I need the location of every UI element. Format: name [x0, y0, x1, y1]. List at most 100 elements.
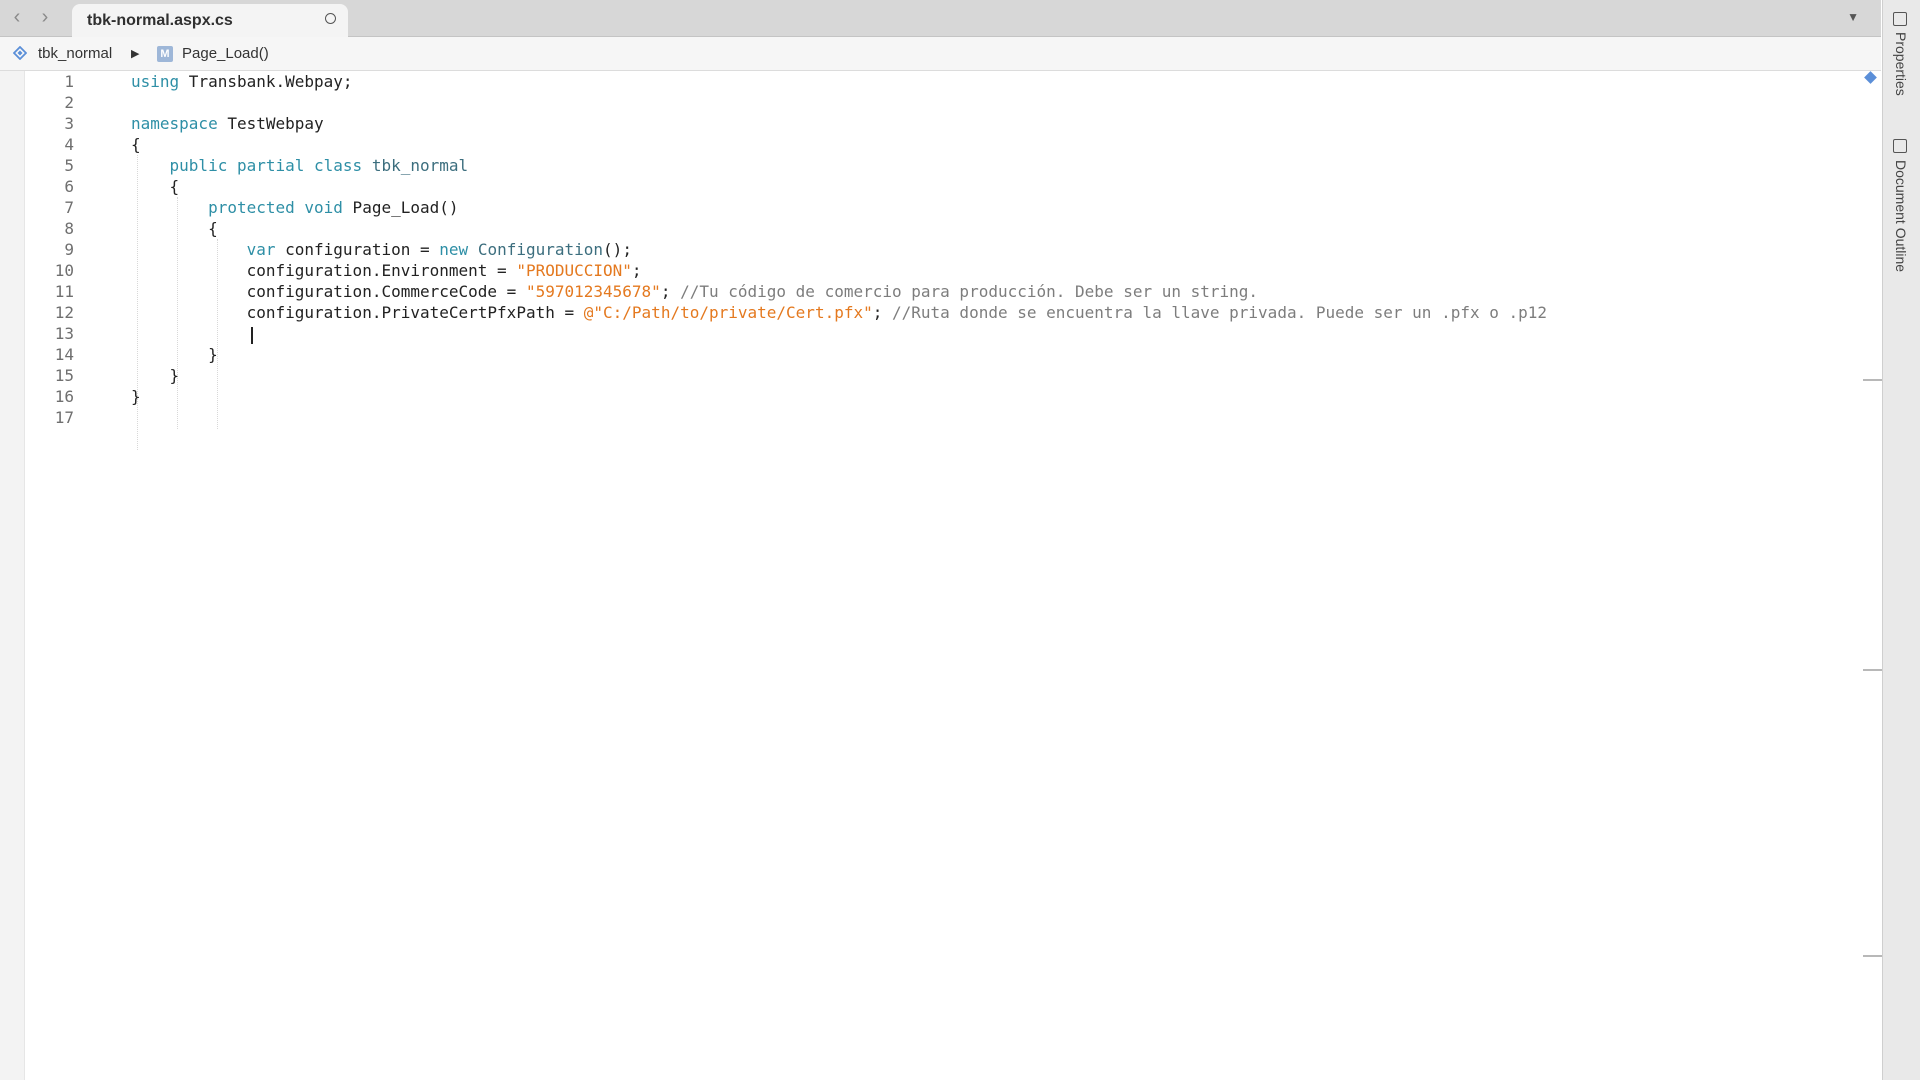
code-text: } — [131, 344, 218, 365]
code-line[interactable]: 4{ — [0, 134, 1860, 155]
line-number: 16 — [54, 387, 74, 406]
bookmark-marker-icon[interactable] — [1864, 71, 1877, 84]
line-number: 2 — [64, 93, 74, 112]
line-number: 8 — [64, 219, 74, 238]
code-token: } — [131, 366, 180, 385]
code-line[interactable]: 14 } — [0, 344, 1860, 365]
code-text: public partial class tbk_normal — [131, 155, 469, 176]
code-token: configuration.PrivateCertPfxPath = — [131, 303, 584, 322]
code-text: configuration.CommerceCode = "5970123456… — [131, 281, 1258, 302]
code-line[interactable]: 7 protected void Page_Load() — [0, 197, 1860, 218]
code-token: configuration = — [275, 240, 440, 259]
tab-tbk-normal[interactable]: tbk-normal.aspx.cs — [72, 4, 348, 37]
code-token: namespace — [131, 114, 218, 133]
line-number: 14 — [54, 345, 74, 364]
code-editor[interactable]: 1 using Transbank.Webpay; 2 3 namespace Test… — [0, 71, 1883, 1080]
code-text: configuration.PrivateCertPfxPath = @"C:/… — [131, 302, 1547, 323]
code-token: { — [131, 219, 218, 238]
line-number: 3 — [64, 114, 74, 133]
code-line[interactable]: 8 { — [0, 218, 1860, 239]
code-token: configuration.Environment = — [131, 261, 517, 280]
code-token: tbk_normal — [371, 156, 469, 175]
code-line[interactable]: 11 configuration.CommerceCode = "5970123… — [0, 281, 1860, 302]
code-line[interactable]: 12 configuration.PrivateCertPfxPath = @"… — [0, 302, 1860, 323]
code-token: } — [131, 345, 218, 364]
overview-ruler-mark[interactable] — [1863, 669, 1883, 671]
code-token: configuration.CommerceCode = — [131, 282, 526, 301]
side-panel: Properties Document Outline — [1882, 0, 1920, 1080]
code-token: (); — [603, 240, 632, 259]
code-token: public partial class — [169, 156, 363, 175]
code-line[interactable]: 3 namespace TestWebpay — [0, 113, 1860, 134]
code-line[interactable]: 9 var configuration = new Configuration(… — [0, 239, 1860, 260]
chevron-down-icon[interactable]: ▼ — [1847, 10, 1859, 24]
code-token: "PRODUCCION" — [516, 261, 632, 280]
breadcrumb-class[interactable]: tbk_normal — [38, 45, 112, 62]
method-icon: M — [157, 46, 173, 62]
document-outline-tab[interactable]: Document Outline — [1893, 160, 1909, 272]
code-line[interactable]: 6 { — [0, 176, 1860, 197]
line-number: 6 — [64, 177, 74, 196]
code-token: Transbank.Webpay; — [179, 72, 353, 91]
properties-icon[interactable] — [1893, 12, 1907, 26]
overview-ruler-mark[interactable] — [1863, 379, 1883, 381]
code-token: //Ruta donde se encuentra la llave priva… — [892, 303, 1548, 322]
code-token: using — [131, 72, 180, 91]
code-text: { — [131, 134, 141, 155]
code-token: ; — [631, 261, 642, 280]
chevron-left-icon[interactable]: ‹ — [6, 6, 28, 28]
code-line[interactable]: 16} — [0, 386, 1860, 407]
code-text: protected void Page_Load() — [131, 197, 459, 218]
code-token: } — [131, 387, 141, 406]
chevron-right-icon[interactable]: › — [34, 6, 56, 28]
code-token: @"C:/Path/to/private/Cert.pfx" — [583, 303, 873, 322]
breadcrumb-method[interactable]: Page_Load() — [182, 45, 269, 62]
code-token: TestWebpay — [217, 114, 324, 133]
overview-ruler-mark[interactable] — [1863, 955, 1883, 957]
line-number: 15 — [54, 366, 74, 385]
code-token: Page_Load() — [342, 198, 459, 217]
code-token: //Tu código de comercio para producción.… — [680, 282, 1259, 301]
line-number: 11 — [54, 282, 74, 301]
code-token: Configuration — [477, 240, 604, 259]
properties-tab[interactable]: Properties — [1893, 32, 1909, 96]
code-token: var — [246, 240, 276, 259]
line-number: 9 — [64, 240, 74, 259]
breadcrumb: tbk_normal ▶ M Page_Load() — [0, 37, 1881, 71]
code-text: configuration.Environment = "PRODUCCION"… — [131, 260, 642, 281]
tab-title: tbk-normal.aspx.cs — [87, 12, 233, 29]
close-icon[interactable] — [325, 13, 336, 24]
document-outline-icon[interactable] — [1893, 139, 1907, 153]
code-line[interactable]: 17 — [0, 407, 1860, 428]
line-number: 7 — [64, 198, 74, 217]
line-number: 13 — [54, 324, 74, 343]
breadcrumb-separator: ▶ — [131, 48, 140, 60]
code-line[interactable]: 13 — [0, 323, 1860, 344]
code-text: namespace TestWebpay — [131, 113, 324, 134]
code-token: ; — [872, 303, 892, 322]
code-token: ; — [660, 282, 681, 301]
code-line[interactable]: 5 public partial class tbk_normal — [0, 155, 1860, 176]
line-number: 17 — [54, 408, 74, 427]
line-number: 4 — [64, 135, 74, 154]
code-text: var configuration = new Configuration(); — [131, 239, 632, 260]
code-token: protected void — [208, 198, 343, 217]
code-text: { — [131, 176, 180, 197]
code-line[interactable]: 1 using Transbank.Webpay; — [0, 71, 1860, 92]
code-text: { — [131, 218, 218, 239]
code-line[interactable]: 10 configuration.Environment = "PRODUCCI… — [0, 260, 1860, 281]
text-cursor — [251, 327, 253, 344]
line-number: 1 — [64, 72, 74, 91]
code-text: using Transbank.Webpay; — [131, 71, 353, 92]
code-token: "597012345678" — [525, 282, 661, 301]
code-token: { — [131, 177, 180, 196]
line-number: 10 — [54, 261, 74, 280]
code-line[interactable]: 2 — [0, 92, 1860, 113]
code-line[interactable]: 15 } — [0, 365, 1860, 386]
code-text: } — [131, 365, 180, 386]
tab-bar: ‹ › tbk-normal.aspx.cs ▼ — [0, 0, 1881, 37]
line-number: 5 — [64, 156, 74, 175]
